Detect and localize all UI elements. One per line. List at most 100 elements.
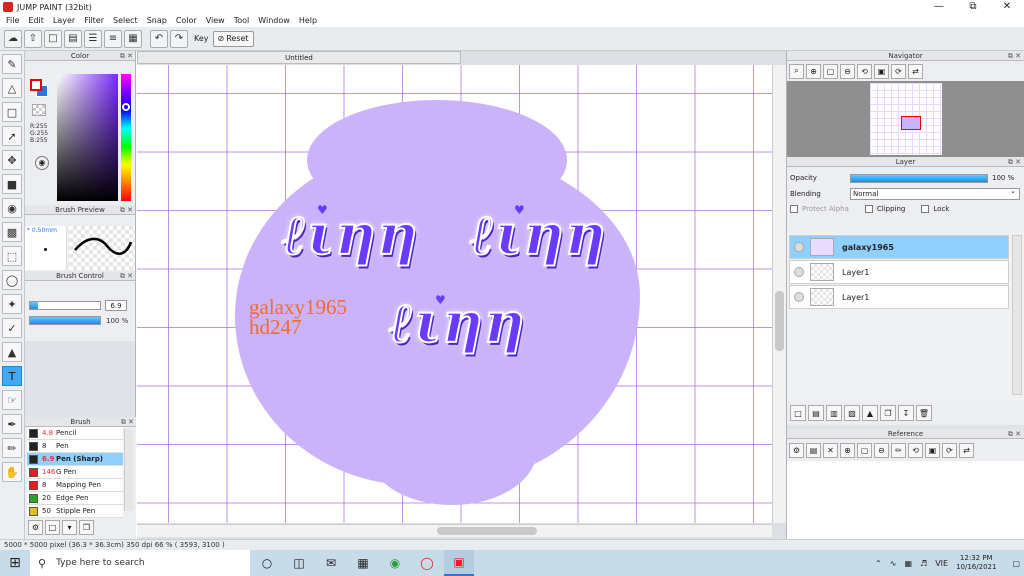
ref-fit-window-icon[interactable]: ▣ [925, 442, 940, 458]
transparent-swatch[interactable] [32, 104, 46, 116]
zoom-fit-icon[interactable]: ⌕ [789, 63, 804, 79]
flip-icon[interactable]: ⇄ [908, 63, 923, 79]
new-layer-1bit-icon[interactable]: ▥ [826, 405, 842, 421]
menu-color[interactable]: Color [176, 16, 197, 25]
dotted-pen-icon[interactable]: ➚ [2, 126, 22, 146]
cortana-icon[interactable]: ○ [252, 550, 282, 576]
color-eyedropper-icon[interactable]: ◉ [35, 156, 49, 170]
menu-snap[interactable]: Snap [147, 16, 167, 25]
close-button[interactable]: ✕ [990, 0, 1024, 14]
grid-icon[interactable]: ▦ [124, 29, 142, 48]
panel-controls-icon[interactable]: ⧉ ✕ [1008, 157, 1021, 167]
brush-list-scrollbar[interactable] [124, 429, 133, 511]
hand-select-icon[interactable]: ☞ [2, 390, 22, 410]
panel-controls-icon[interactable]: ⧉ ✕ [120, 51, 133, 61]
new-folder-icon[interactable]: ▲ [862, 405, 878, 421]
panel-controls-icon[interactable]: ⧉ ✕ [1008, 51, 1021, 61]
taskbar-clock[interactable]: 12:32 PM 10/16/2021 [952, 554, 1000, 572]
brush-item[interactable]: 4.8 Pencil [27, 427, 123, 440]
ref-flip-icon[interactable]: ⇄ [959, 442, 974, 458]
lock-checkbox[interactable] [921, 205, 930, 213]
list-icon[interactable]: ≡ [104, 29, 122, 48]
menu-layer[interactable]: Layer [53, 16, 75, 25]
saturation-value-picker[interactable] [57, 74, 118, 201]
layer-opacity-slider[interactable] [850, 173, 988, 183]
horizontal-scroll-thumb[interactable] [437, 527, 537, 535]
document-canvas[interactable]: ♥ ♥ ♥ ℓιηη ℓιηη ℓιηη galaxy1965 hd247 [137, 65, 772, 523]
clipping-option[interactable]: Clipping [864, 205, 905, 213]
tray-chevron-icon[interactable]: ⌃ [875, 559, 882, 568]
navigator-preview[interactable] [787, 81, 1024, 157]
protect-alpha-option[interactable]: Protect Alpha [790, 205, 849, 213]
brush-size-slider[interactable] [29, 301, 101, 310]
clipping-checkbox[interactable] [864, 205, 873, 213]
document-icon[interactable]: ☰ [84, 29, 102, 48]
redo-icon[interactable]: ↷ [170, 29, 188, 48]
magic-wand-icon[interactable]: ✦ [2, 294, 22, 314]
layer-row[interactable]: Layer1 [789, 260, 1009, 284]
rotate-right-icon[interactable]: ⟳ [891, 63, 906, 79]
eraser-tool-icon[interactable]: △ [2, 78, 22, 98]
network-icon[interactable]: ▦ [904, 559, 912, 568]
new-brush-icon[interactable]: □ [45, 519, 60, 535]
hue-marker[interactable] [122, 103, 130, 111]
hue-slider[interactable] [121, 74, 131, 201]
fill-rectangle-icon[interactable]: ■ [2, 174, 22, 194]
horizontal-scrollbar[interactable] [137, 524, 772, 537]
merge-layer-icon[interactable]: ↧ [898, 405, 914, 421]
brush-item[interactable]: 8 Mapping Pen [27, 479, 123, 492]
lock-option[interactable]: Lock [921, 205, 949, 213]
fit-window-icon[interactable]: ▣ [874, 63, 889, 79]
navigator-viewport-frame[interactable] [901, 116, 921, 130]
panel-controls-icon[interactable]: ⧉ ✕ [120, 205, 133, 215]
bucket-fill-icon[interactable]: ◉ [2, 198, 22, 218]
wifi-icon[interactable]: ∿ [890, 559, 897, 568]
ref-fit-icon[interactable]: ▢ [857, 442, 872, 458]
pen-tool-icon[interactable]: ✒ [2, 414, 22, 434]
cloud-icon[interactable]: ☁ [4, 29, 22, 48]
jump-paint-taskbar-icon[interactable]: ▣ [444, 550, 474, 576]
layer-row[interactable]: Layer1 [789, 285, 1009, 309]
zoom-in-icon[interactable]: ⊕ [806, 63, 821, 79]
brush-tool-icon[interactable]: ✎ [2, 54, 22, 74]
foreground-color-swatch[interactable] [30, 79, 42, 91]
menu-window[interactable]: Window [258, 16, 290, 25]
duplicate-layer-icon[interactable]: ❐ [880, 405, 896, 421]
ref-settings-icon[interactable]: ⚙ [789, 442, 804, 458]
brush-item[interactable]: 146 G Pen [27, 466, 123, 479]
share-icon[interactable]: ⇧ [24, 29, 42, 48]
brush-size-value[interactable]: 6.9 [105, 300, 127, 311]
ref-eyedropper-icon[interactable]: ✏ [891, 442, 906, 458]
select-eraser-icon[interactable]: ▲ [2, 342, 22, 362]
store-icon[interactable]: ▦ [348, 550, 378, 576]
menu-tool[interactable]: Tool [234, 16, 250, 25]
notification-icon[interactable]: ▢ [1012, 559, 1020, 568]
language-indicator[interactable]: VIE [935, 559, 948, 568]
lasso-tool-icon[interactable]: ◯ [2, 270, 22, 290]
layer-visibility-icon[interactable] [794, 242, 804, 252]
select-rect-icon[interactable]: ⬚ [2, 246, 22, 266]
undo-icon[interactable]: ↶ [150, 29, 168, 48]
menu-edit[interactable]: Edit [28, 16, 44, 25]
brush-opacity-slider[interactable] [29, 316, 101, 325]
menu-help[interactable]: Help [299, 16, 317, 25]
brush-copy-icon[interactable]: ❐ [79, 519, 94, 535]
chrome-icon[interactable]: ◉ [380, 550, 410, 576]
protect-alpha-checkbox[interactable] [790, 205, 798, 213]
vertical-scroll-thumb[interactable] [775, 291, 784, 351]
delete-layer-icon[interactable]: 🗑 [916, 405, 932, 421]
layer-list-scrollbar[interactable] [1012, 235, 1022, 395]
select-pen-icon[interactable]: ✓ [2, 318, 22, 338]
blending-select[interactable]: Normal [850, 186, 1020, 200]
new-layer-icon[interactable]: □ [790, 405, 806, 421]
comment-icon[interactable]: □ [44, 29, 62, 48]
hand-tool-icon[interactable]: ✋ [2, 462, 22, 482]
document-tab[interactable]: Untitled [137, 51, 461, 64]
message-icon[interactable]: ▤ [64, 29, 82, 48]
ref-rotate-left-icon[interactable]: ⟲ [908, 442, 923, 458]
ref-close-icon[interactable]: ✕ [823, 442, 838, 458]
zoom-actual-icon[interactable]: ▢ [823, 63, 838, 79]
brush-item[interactable]: 8 Pen [27, 440, 123, 453]
layer-visibility-icon[interactable] [794, 292, 804, 302]
ref-zoom-in-icon[interactable]: ⊕ [840, 442, 855, 458]
